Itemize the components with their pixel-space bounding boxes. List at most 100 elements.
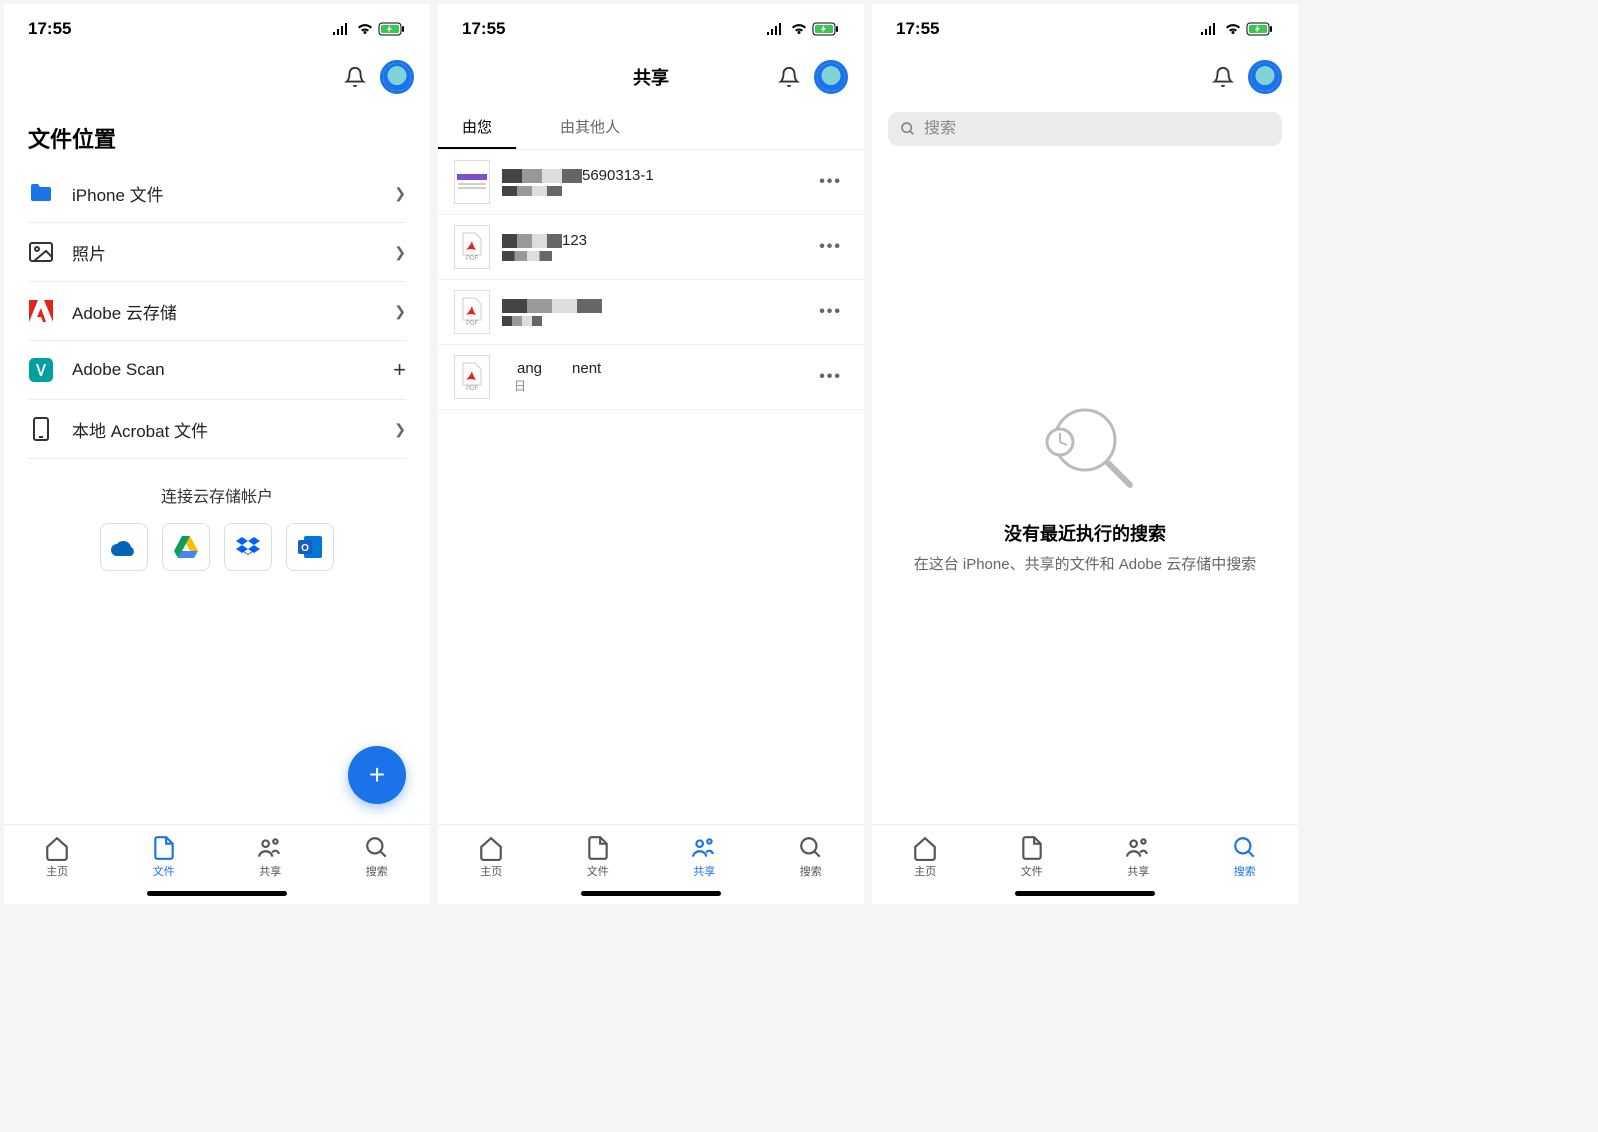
more-icon[interactable]: ••• [813,238,848,256]
signal-icon [766,22,786,36]
search-input[interactable] [924,120,1270,138]
file-label: 照片 [72,240,394,265]
tab-share[interactable]: 共享 [1085,831,1192,883]
phone-icon [28,416,54,442]
home-indicator[interactable] [1015,891,1155,896]
tab-search[interactable]: 搜索 [1192,831,1299,883]
tab-search[interactable]: 搜索 [324,831,431,883]
status-time: 17:55 [28,19,71,39]
file-item-adobe-cloud[interactable]: Adobe 云存储 ❯ [28,282,406,341]
chevron-icon: ❯ [394,185,406,202]
screen-search: 17:55 没有最近执行的搜索 在这台 iPhone、共享的文件和 Adobe … [872,4,1298,904]
folder-icon [28,180,54,206]
tab-files[interactable]: 文件 [545,831,652,883]
avatar[interactable] [380,60,414,94]
file-item-photos[interactable]: 照片 ❯ [28,223,406,282]
gdrive-button[interactable] [162,523,210,571]
header [872,48,1298,106]
doc-item[interactable]: 5690313-1 ••• [438,150,864,215]
empty-title: 没有最近执行的搜索 [1004,520,1166,546]
doc-info: xxangxxxxnentxx日 [502,360,813,394]
tab-bar: 主页 文件 共享 搜索 [872,824,1298,885]
bell-icon[interactable] [778,66,800,88]
search-icon [900,121,916,137]
file-label: Adobe Scan [72,360,393,380]
file-label: 本地 Acrobat 文件 [72,417,394,442]
file-list: iPhone 文件 ❯ 照片 ❯ Adobe 云存储 ❯ Adobe Scan … [4,164,430,459]
cloud-services: O [4,523,430,571]
more-icon[interactable]: ••• [813,173,848,191]
file-item-adobe-scan[interactable]: Adobe Scan + [28,341,406,400]
screen-share: 17:55 共享 由您 由其他人 5690313-1 ••• PDF 123 •… [438,4,864,904]
share-tab-you[interactable]: 由您 [438,106,516,149]
empty-state: 没有最近执行的搜索 在这台 iPhone、共享的文件和 Adobe 云存储中搜索 [872,152,1298,824]
tab-search[interactable]: 搜索 [758,831,865,883]
home-indicator[interactable] [581,891,721,896]
header-title: 共享 [633,64,669,90]
doc-item[interactable]: PDF ••• [438,280,864,345]
doc-info [502,297,813,328]
tab-bar: 主页 文件 共享 搜索 [4,824,430,885]
tab-home[interactable]: 主页 [4,831,111,883]
wifi-icon [356,22,374,36]
status-icons [1200,22,1274,36]
more-icon[interactable]: ••• [813,368,848,386]
pdf-thumb: PDF [454,355,490,399]
chevron-icon: ❯ [394,244,406,261]
file-label: Adobe 云存储 [72,299,394,324]
tab-files[interactable]: 文件 [111,831,218,883]
battery-icon [378,22,406,36]
dropbox-button[interactable] [224,523,272,571]
empty-subtitle: 在这台 iPhone、共享的文件和 Adobe 云存储中搜索 [914,554,1257,577]
redacted [502,316,542,326]
doc-item[interactable]: PDF 123 ••• [438,215,864,280]
signal-icon [1200,22,1220,36]
share-tabs: 由您 由其他人 [438,106,864,150]
tab-files[interactable]: 文件 [979,831,1086,883]
scan-icon [28,357,54,383]
connect-cloud-title: 连接云存储帐户 [4,483,430,507]
wifi-icon [790,22,808,36]
fab-add-button[interactable]: + [348,746,406,804]
battery-icon [812,22,840,36]
share-tab-others[interactable]: 由其他人 [536,106,644,149]
tab-share[interactable]: 共享 [217,831,324,883]
status-icons [332,22,406,36]
status-time: 17:55 [896,19,939,39]
bell-icon[interactable] [1212,66,1234,88]
signal-icon [332,22,352,36]
redacted [502,299,602,313]
file-item-local-acrobat[interactable]: 本地 Acrobat 文件 ❯ [28,400,406,459]
redacted [502,169,582,183]
svg-text:O: O [301,543,309,554]
more-icon[interactable]: ••• [813,303,848,321]
pdf-thumb: PDF [454,290,490,334]
doc-info: 123 [502,232,813,263]
chevron-icon: ❯ [394,421,406,438]
status-bar: 17:55 [438,4,864,48]
battery-icon [1246,22,1274,36]
header: 共享 [438,48,864,106]
tab-share[interactable]: 共享 [651,831,758,883]
status-time: 17:55 [462,19,505,39]
tab-home[interactable]: 主页 [872,831,979,883]
bell-icon[interactable] [344,66,366,88]
empty-search-icon [1030,400,1140,500]
avatar[interactable] [1248,60,1282,94]
redacted [502,186,562,196]
doc-thumb [454,160,490,204]
onedrive-button[interactable] [100,523,148,571]
tab-bar: 主页 文件 共享 搜索 [438,824,864,885]
file-item-iphone[interactable]: iPhone 文件 ❯ [28,164,406,223]
pdf-thumb: PDF [454,225,490,269]
onenote-button[interactable]: O [286,523,334,571]
wifi-icon [1224,22,1242,36]
plus-icon: + [393,357,406,383]
tab-home[interactable]: 主页 [438,831,545,883]
doc-item[interactable]: PDF xxangxxxxnentxx日 ••• [438,345,864,410]
redacted [502,234,562,248]
status-bar: 17:55 [4,4,430,48]
avatar[interactable] [814,60,848,94]
home-indicator[interactable] [147,891,287,896]
search-box[interactable] [888,112,1282,146]
